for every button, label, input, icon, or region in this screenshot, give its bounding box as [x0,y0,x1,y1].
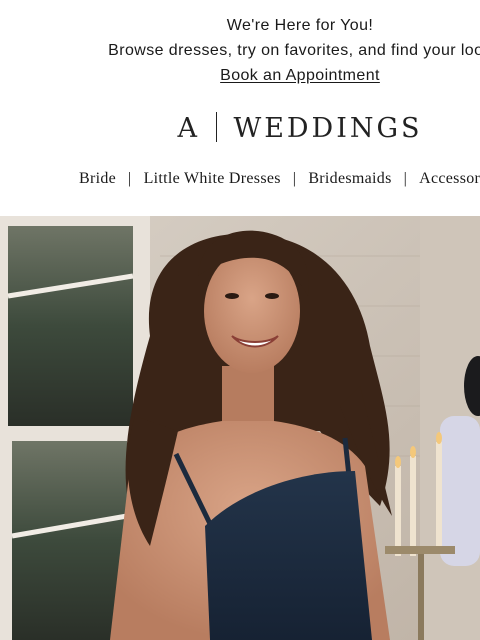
nav-item-accessories[interactable]: Accessories [419,170,480,188]
brand-logo[interactable]: A WEDDINGS [0,112,480,144]
promo-headline: We're Here for You! [226,17,374,34]
nav-separator: | [292,170,297,187]
nav-item-little-white-dresses[interactable]: Little White Dresses [144,170,281,188]
nav-item-bridesmaids[interactable]: Bridesmaids [308,170,391,188]
logo-divider [215,112,218,142]
hero-image [0,216,480,640]
promo-cta-row: Book an Appointment [0,63,480,88]
brand-mark: A [177,113,200,144]
nav-separator: | [403,170,408,187]
hero-photo-illustration [0,216,480,640]
nav-separator: | [128,170,132,187]
promo-subtext: Browse dresses, try on favorites, and fi… [108,42,480,59]
nav-item-bride[interactable]: Bride [79,170,116,188]
book-appointment-link[interactable]: Book an Appointment [220,67,380,84]
main-nav: Bride | Little White Dresses | Bridesmaids | A… [79,170,480,188]
brand-name: WEDDINGS [233,113,423,144]
